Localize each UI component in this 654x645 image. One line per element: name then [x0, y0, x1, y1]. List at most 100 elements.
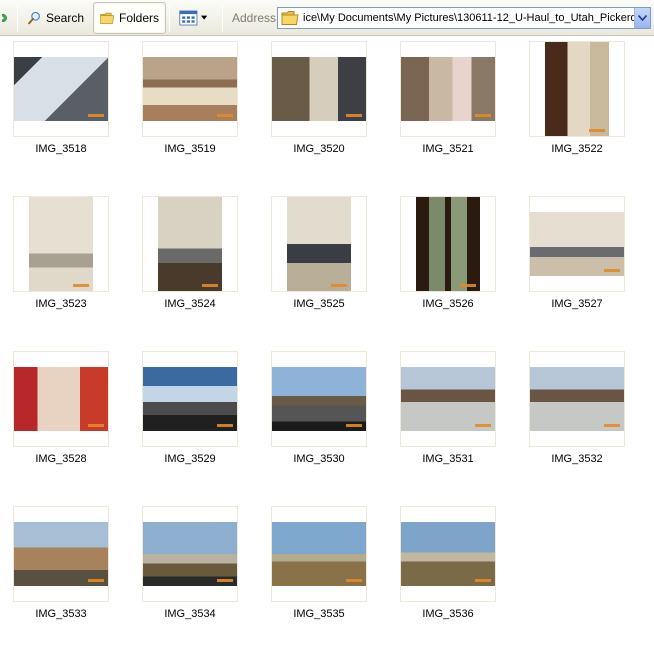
thumbnail-frame[interactable]: [400, 196, 496, 292]
address-dropdown-button[interactable]: [634, 8, 650, 28]
file-item[interactable]: IMG_3526: [387, 196, 507, 326]
file-name[interactable]: IMG_3525: [258, 298, 380, 310]
thumbnail-image: [143, 522, 237, 586]
thumbnail-image: [530, 367, 624, 431]
file-item[interactable]: IMG_3529: [129, 351, 249, 481]
views-icon: [179, 10, 198, 26]
thumbnail-image: [143, 57, 237, 121]
forward-arrow-icon: [2, 13, 7, 23]
thumbnail-image: [14, 57, 108, 121]
thumbnail-image: [401, 522, 495, 586]
thumbnail-frame[interactable]: [13, 41, 109, 137]
thumbnail-frame[interactable]: [400, 351, 496, 447]
thumbnail-frame[interactable]: [529, 41, 625, 137]
file-name[interactable]: IMG_3520: [258, 143, 380, 155]
thumbnail-frame[interactable]: [13, 506, 109, 602]
address-label: Address: [232, 11, 277, 25]
file-name[interactable]: IMG_3530: [258, 453, 380, 465]
search-label: Search: [45, 11, 84, 25]
file-name[interactable]: IMG_3536: [387, 608, 509, 620]
search-icon: [28, 11, 40, 25]
thumbnail-frame[interactable]: [142, 41, 238, 137]
file-name[interactable]: IMG_3528: [0, 453, 122, 465]
file-item[interactable]: IMG_3535: [258, 506, 378, 636]
thumbnail-image: [14, 367, 108, 431]
date-stamp: [73, 284, 89, 287]
file-item[interactable]: IMG_3534: [129, 506, 249, 636]
file-item[interactable]: IMG_3528: [0, 351, 120, 481]
thumbnail-frame[interactable]: [271, 41, 367, 137]
toolbar: Search Folders Address ice\My Documents\…: [0, 0, 654, 36]
thumbnail-image: [545, 42, 609, 136]
date-stamp: [460, 284, 476, 287]
date-stamp: [217, 424, 233, 427]
thumbnail-frame[interactable]: [142, 196, 238, 292]
folders-button[interactable]: Folders: [93, 2, 166, 34]
file-item[interactable]: IMG_3530: [258, 351, 378, 481]
date-stamp: [217, 579, 233, 582]
date-stamp: [88, 424, 104, 427]
thumbnail-frame[interactable]: [271, 351, 367, 447]
file-item[interactable]: IMG_3521: [387, 41, 507, 171]
date-stamp: [88, 114, 104, 117]
thumbnail-image: [530, 212, 624, 276]
file-item[interactable]: IMG_3523: [0, 196, 120, 326]
date-stamp: [202, 284, 218, 287]
thumbnail-frame[interactable]: [142, 351, 238, 447]
file-name[interactable]: IMG_3519: [129, 143, 251, 155]
thumbnail-frame[interactable]: [400, 506, 496, 602]
address-bar[interactable]: ice\My Documents\My Pictures\130611-12_U…: [277, 7, 651, 29]
file-name[interactable]: IMG_3535: [258, 608, 380, 620]
thumbnail-image: [272, 57, 366, 121]
file-item[interactable]: IMG_3532: [516, 351, 636, 481]
date-stamp: [346, 424, 362, 427]
folder-icon: [281, 11, 299, 25]
thumbnail-image: [14, 522, 108, 586]
date-stamp: [604, 269, 620, 272]
file-item[interactable]: IMG_3524: [129, 196, 249, 326]
file-name[interactable]: IMG_3527: [516, 298, 638, 310]
file-name[interactable]: IMG_3524: [129, 298, 251, 310]
file-name[interactable]: IMG_3531: [387, 453, 509, 465]
search-button[interactable]: Search: [22, 2, 90, 34]
date-stamp: [217, 114, 233, 117]
thumbnail-frame[interactable]: [400, 41, 496, 137]
thumbnail-image: [287, 197, 351, 291]
file-name[interactable]: IMG_3532: [516, 453, 638, 465]
thumbnail-frame[interactable]: [142, 506, 238, 602]
file-name[interactable]: IMG_3521: [387, 143, 509, 155]
file-name[interactable]: IMG_3526: [387, 298, 509, 310]
file-item[interactable]: IMG_3527: [516, 196, 636, 326]
thumbnail-frame[interactable]: [271, 196, 367, 292]
file-name[interactable]: IMG_3518: [0, 143, 122, 155]
thumbnail-frame[interactable]: [529, 351, 625, 447]
file-item[interactable]: IMG_3522: [516, 41, 636, 171]
file-item[interactable]: IMG_3520: [258, 41, 378, 171]
file-name[interactable]: IMG_3534: [129, 608, 251, 620]
file-item[interactable]: IMG_3531: [387, 351, 507, 481]
file-item[interactable]: IMG_3533: [0, 506, 120, 636]
date-stamp: [604, 424, 620, 427]
thumbnail-image: [272, 522, 366, 586]
address-input[interactable]: ice\My Documents\My Pictures\130611-12_U…: [299, 12, 634, 24]
file-item[interactable]: IMG_3536: [387, 506, 507, 636]
date-stamp: [475, 114, 491, 117]
views-button[interactable]: [173, 2, 213, 34]
date-stamp: [331, 284, 347, 287]
thumbnail-frame[interactable]: [13, 351, 109, 447]
date-stamp: [88, 579, 104, 582]
views-dropdown-icon: [200, 15, 207, 20]
thumbnail-frame[interactable]: [13, 196, 109, 292]
thumbnail-image: [158, 197, 222, 291]
thumbnail-image: [143, 367, 237, 431]
file-item[interactable]: IMG_3518: [0, 41, 120, 171]
file-name[interactable]: IMG_3523: [0, 298, 122, 310]
file-name[interactable]: IMG_3522: [516, 143, 638, 155]
file-item[interactable]: IMG_3525: [258, 196, 378, 326]
forward-button[interactable]: [0, 2, 14, 34]
thumbnail-frame[interactable]: [271, 506, 367, 602]
thumbnail-frame[interactable]: [529, 196, 625, 292]
file-item[interactable]: IMG_3519: [129, 41, 249, 171]
file-name[interactable]: IMG_3529: [129, 453, 251, 465]
file-name[interactable]: IMG_3533: [0, 608, 122, 620]
